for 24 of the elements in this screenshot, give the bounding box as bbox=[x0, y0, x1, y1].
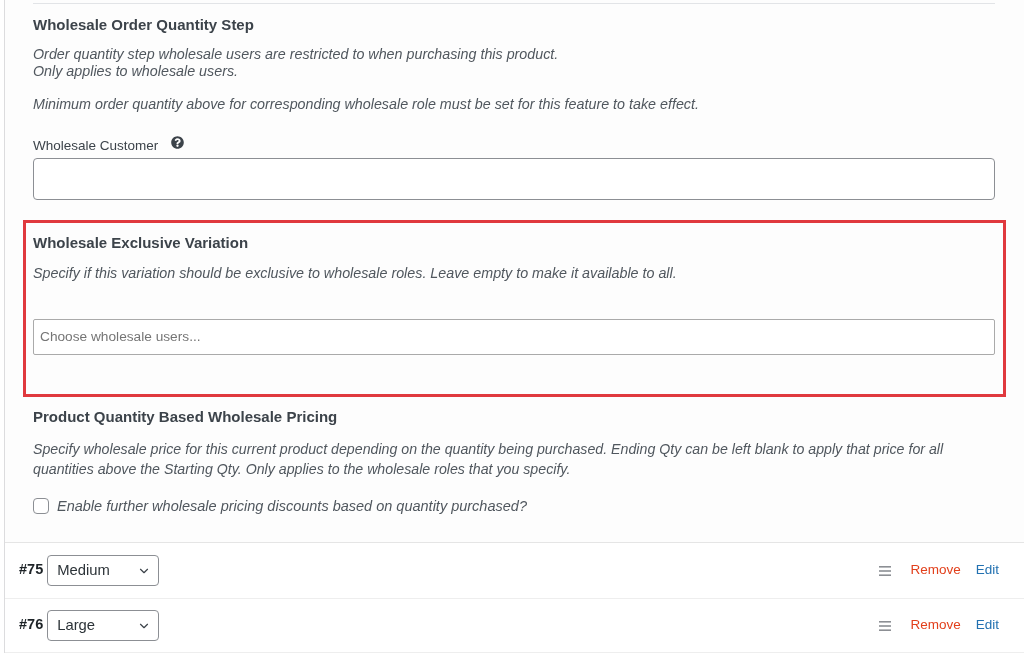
remove-link[interactable]: Remove bbox=[910, 615, 961, 636]
checkbox[interactable] bbox=[33, 498, 49, 514]
user-select-field[interactable]: Choose wholesale users... bbox=[33, 319, 995, 355]
edit-link[interactable]: Edit bbox=[975, 560, 999, 581]
section-description: Specify wholesale price for this current product depending on the quantity being purchased. Ending Qty can be left blank to apply that price for all quantities above the Starting Qty. Only applies to the wholesale roles that you specify. bbox=[33, 440, 945, 479]
section-description: Specify if this variation should be exclusive to wholesale roles. Leave empty to make it available to all. bbox=[33, 265, 678, 282]
field-label: Wholesale Customer bbox=[33, 137, 159, 154]
help-icon[interactable] bbox=[171, 136, 185, 149]
variation-number: #76 bbox=[19, 614, 44, 634]
section-description: Order quantity step wholesale users are restricted to when purchasing this product. bbox=[33, 46, 560, 63]
drag-handle-icon[interactable] bbox=[879, 565, 892, 576]
variation-number: #75 bbox=[19, 559, 44, 579]
attribute-select[interactable]: Medium bbox=[47, 555, 160, 586]
section-title: Wholesale Order Quantity Step bbox=[33, 15, 255, 35]
section-note: Minimum order quantity above for corresponding wholesale role must be set for this feature to take effect. bbox=[33, 96, 700, 113]
remove-link[interactable]: Remove bbox=[910, 560, 961, 581]
drag-handle-icon[interactable] bbox=[879, 620, 892, 631]
section-title: Wholesale Exclusive Variation bbox=[33, 233, 250, 253]
checkbox-label: Enable further wholesale pricing discounts based on quantity purchased? bbox=[57, 497, 527, 515]
attribute-select[interactable]: Large bbox=[47, 610, 160, 641]
section-title: Product Quantity Based Wholesale Pricing bbox=[33, 407, 339, 427]
edit-link[interactable]: Edit bbox=[975, 615, 999, 636]
section-description: Only applies to wholesale users. bbox=[33, 63, 240, 80]
input-field[interactable] bbox=[33, 158, 995, 200]
